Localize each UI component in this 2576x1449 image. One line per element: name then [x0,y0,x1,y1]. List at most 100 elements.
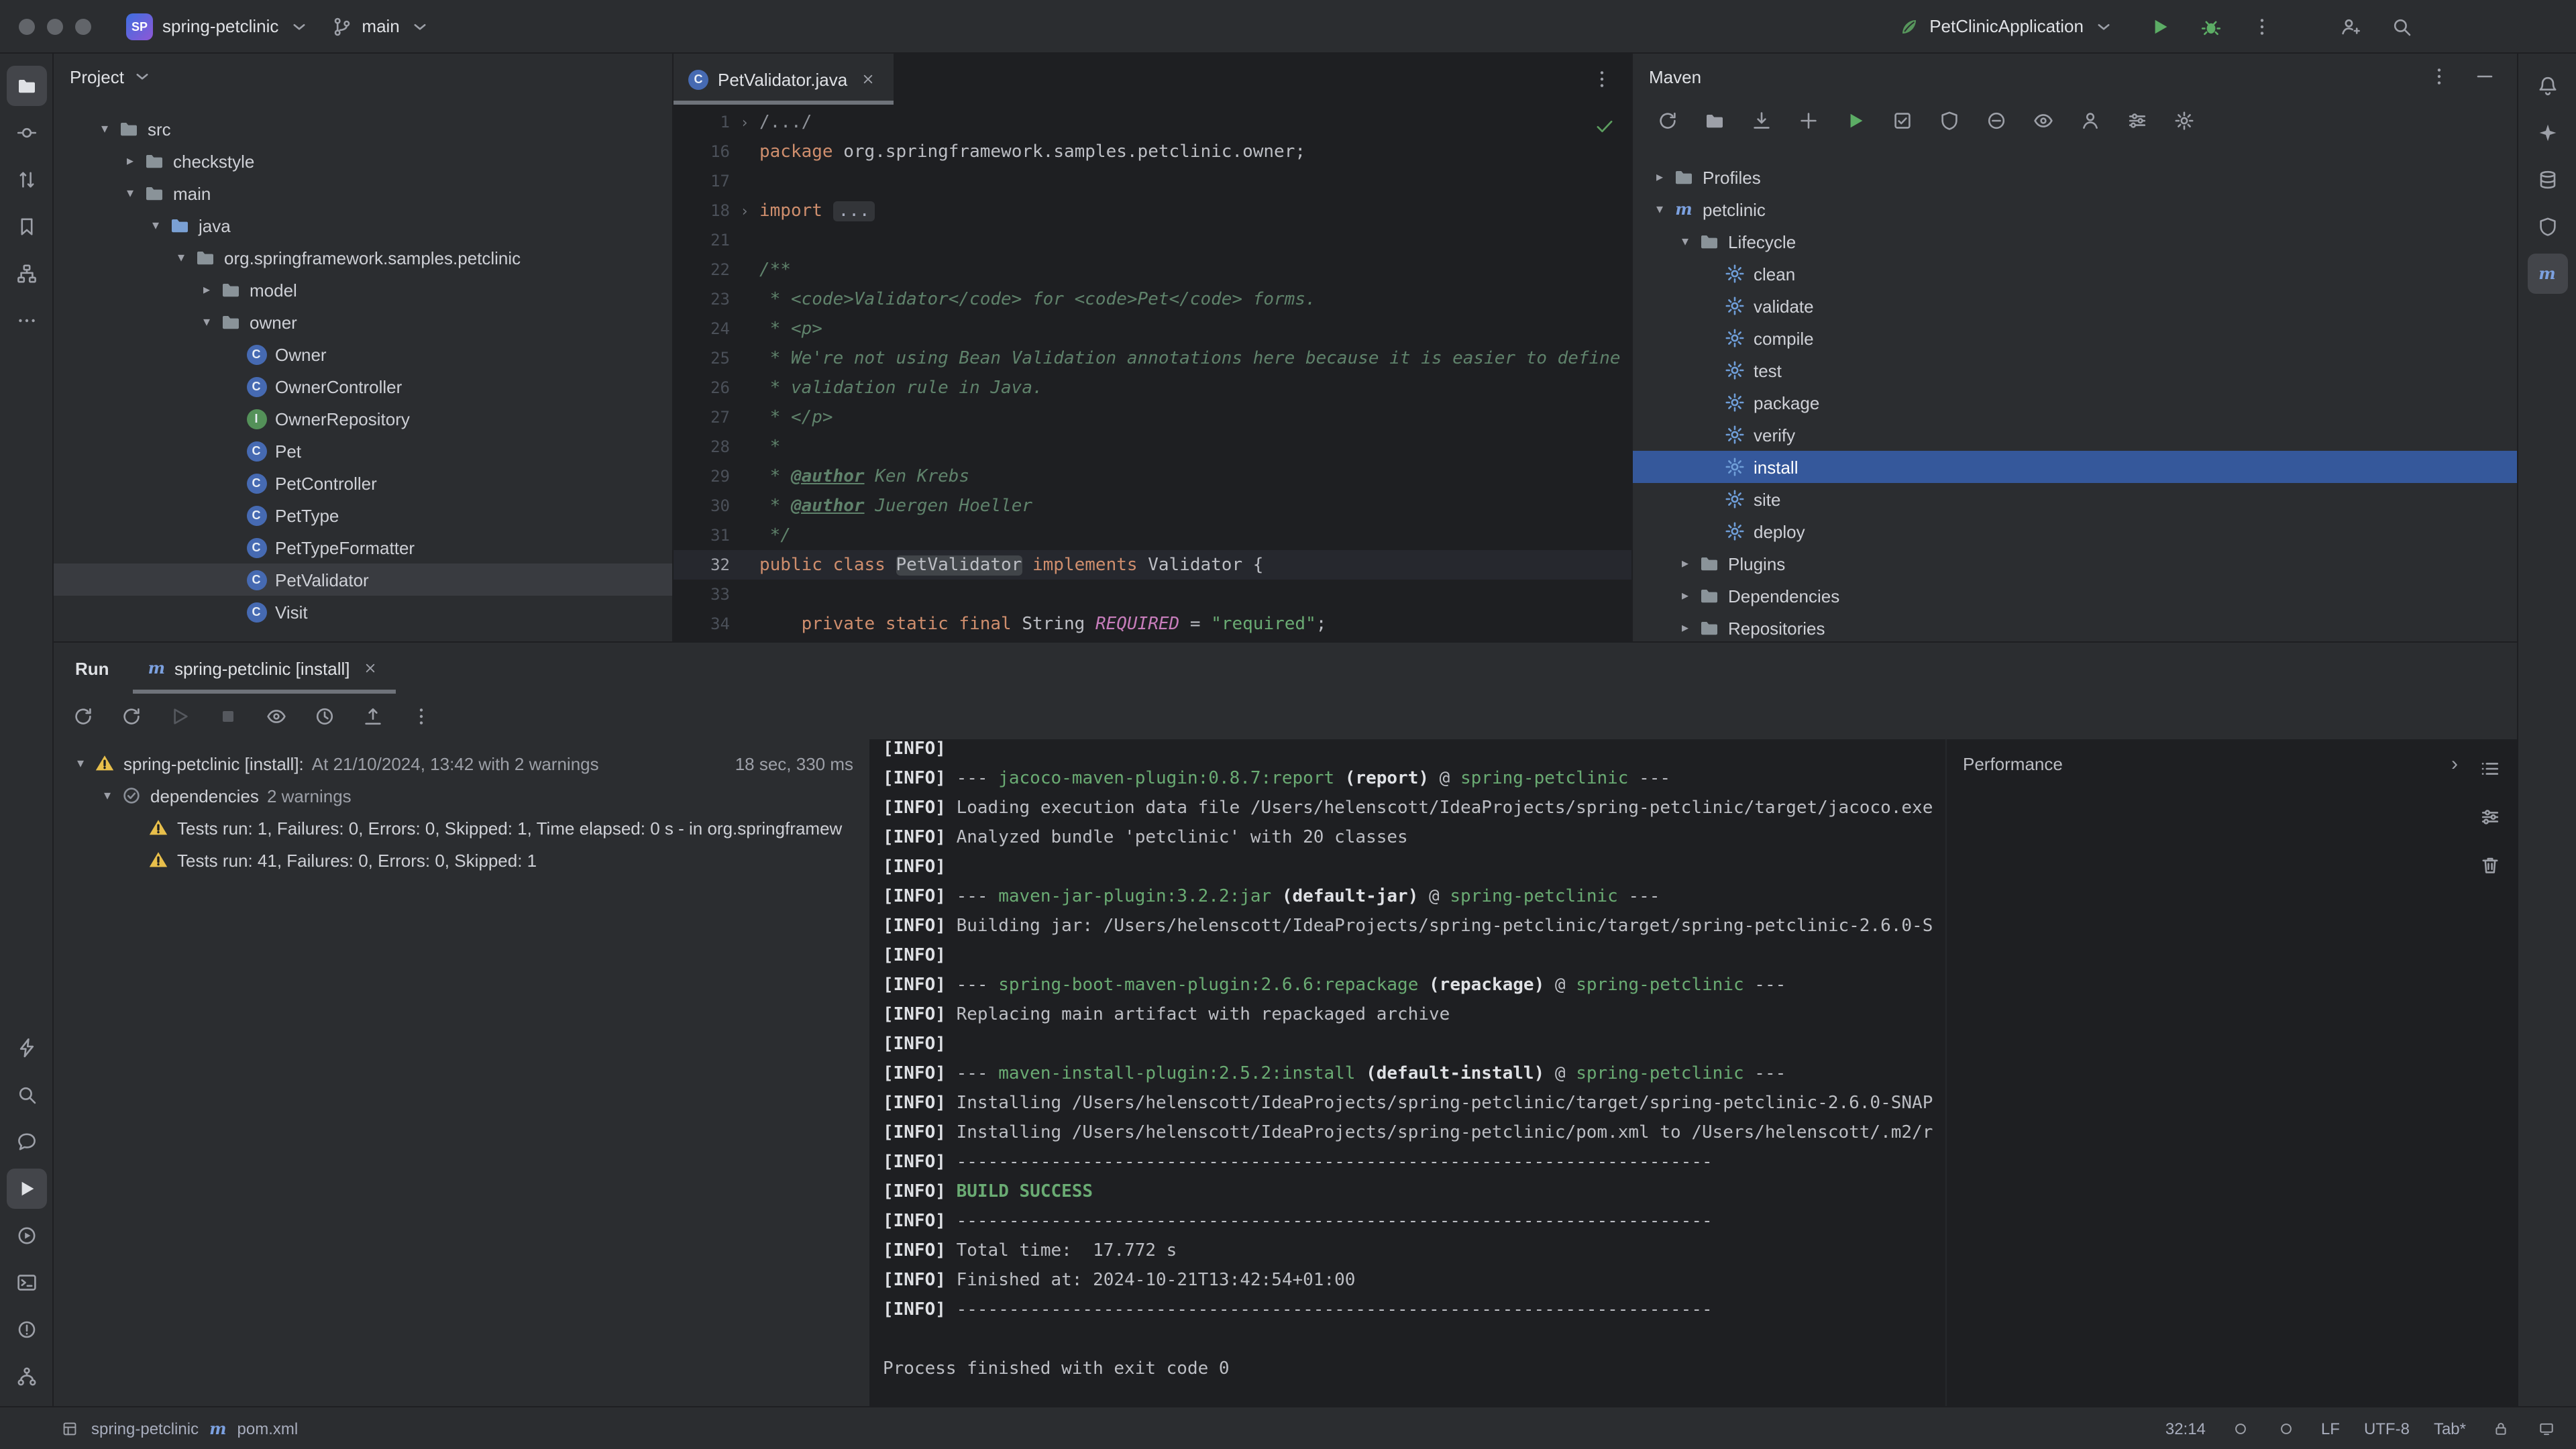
line-number[interactable]: 26 [674,378,730,397]
project-tree-item[interactable]: C Pet [54,435,672,467]
coverage-tool-button[interactable] [2527,207,2567,247]
performance-clear-icon[interactable] [2474,849,2506,881]
maven-tree-item[interactable]: deploy [1633,515,2517,547]
run-session-tab[interactable]: m spring-petclinic [install] [133,643,396,694]
ai-assistant-tool-button[interactable] [2527,113,2567,153]
project-panel-header[interactable]: Project [54,54,672,99]
maven-tool-button[interactable]: m [2527,254,2567,294]
line-number[interactable]: 33 [674,585,730,604]
maven-tree-item[interactable]: ▸ Repositories [1633,612,2517,641]
problems-tool-button[interactable] [6,1309,46,1350]
maven-options-icon[interactable] [2423,60,2455,93]
project-tree-item[interactable]: ▾ main [54,177,672,209]
line-number[interactable]: 21 [674,231,730,250]
maven-tree-item[interactable]: site [1633,483,2517,515]
maven-tree-item[interactable]: compile [1633,322,2517,354]
line-number[interactable]: 30 [674,496,730,515]
project-tree-item[interactable]: ▾ src [54,113,672,145]
run-button-icon[interactable] [2144,10,2176,42]
project-tree-item[interactable]: C PetValidator [54,564,672,596]
ai-chat-tool-button[interactable] [6,1122,46,1162]
code-with-me-icon[interactable] [2334,10,2367,42]
line-number[interactable]: 28 [674,437,730,456]
project-tree-item[interactable]: I OwnerRepository [54,402,672,435]
window-zoom-button[interactable] [75,18,91,34]
quick-launch-tool-button[interactable] [6,1028,46,1068]
chevron-closed-icon[interactable]: ▸ [1674,621,1696,635]
test-tree-item[interactable]: Tests run: 1, Failures: 0, Errors: 0, Sk… [54,812,869,844]
toggle-offline-mode-icon[interactable] [1933,105,1966,137]
run-maven-goal-icon[interactable] [1839,105,1872,137]
project-tree-item[interactable]: C Visit [54,596,672,628]
window-controls[interactable] [19,18,91,34]
caret-position-widget[interactable]: 32:14 [2165,1419,2206,1438]
line-number[interactable]: 22 [674,260,730,279]
maven-tree-item[interactable]: clean [1633,258,2517,290]
generate-sources-icon[interactable] [1699,105,1731,137]
version-control-tool-button[interactable] [6,1356,46,1397]
download-sources-icon[interactable] [1746,105,1778,137]
structure-tool-button[interactable] [6,254,46,294]
more-actions-icon[interactable] [2246,10,2278,42]
chevron-open-icon[interactable]: ▾ [196,315,217,329]
line-number[interactable]: 18 [674,201,730,220]
project-tree-item[interactable]: C OwnerController [54,370,672,402]
project-tree-item[interactable]: C PetType [54,499,672,531]
services-tool-button[interactable] [6,1216,46,1256]
run-tool-button[interactable] [6,1169,46,1209]
project-tree-item[interactable]: C Owner [54,338,672,370]
line-number[interactable]: 25 [674,349,730,368]
performance-header[interactable]: Performance › [1947,739,2517,775]
maven-tree-item[interactable]: ▾ Lifecycle [1633,225,2517,258]
reload-all-maven-projects-icon[interactable] [1652,105,1684,137]
performance-settings-icon[interactable] [2474,801,2506,833]
chevron-closed-icon[interactable]: ▸ [196,282,217,297]
line-number[interactable]: 16 [674,142,730,161]
project-tree-item[interactable]: C PetController [54,467,672,499]
maven-tree-item[interactable]: validate [1633,290,2517,322]
rerun-icon[interactable] [67,700,99,733]
pull-requests-tool-button[interactable] [6,160,46,200]
stop-icon[interactable] [212,700,244,733]
maven-tree-item[interactable]: verify [1633,419,2517,451]
close-icon[interactable] [860,72,875,87]
execute-maven-goal-icon[interactable] [1886,105,1919,137]
maven-tree-item[interactable]: ▸ Dependencies [1633,580,2517,612]
statusbar-breadcrumb[interactable]: spring-petclinic m pom.xml [59,1417,298,1439]
chevron-closed-icon[interactable]: ▸ [1649,170,1670,184]
line-number[interactable]: 31 [674,526,730,545]
find-tool-button[interactable] [6,1075,46,1115]
notifications-tool-button[interactable] [2527,66,2567,106]
export-test-results-icon[interactable] [357,700,389,733]
database-tool-button[interactable] [2527,160,2567,200]
maven-tree-item[interactable]: ▸ Profiles [1633,161,2517,193]
test-tree-item[interactable]: Tests run: 41, Failures: 0, Errors: 0, S… [54,844,869,876]
chevron-open-icon[interactable]: ▾ [1674,234,1696,249]
test-tree-item[interactable]: ▾ dependencies 2 warnings [54,780,869,812]
project-tree-item[interactable]: C PetTypeFormatter [54,531,672,564]
project-tree-item[interactable]: ▸ model [54,274,672,306]
chevron-closed-icon[interactable]: ▸ [1674,556,1696,571]
fold-marker-icon[interactable]: › [730,113,759,131]
line-number[interactable]: 32 [674,555,730,574]
chevron-closed-icon[interactable]: ▸ [1674,588,1696,603]
test-history-icon[interactable] [309,700,341,733]
skip-tests-mode-icon[interactable] [1980,105,2012,137]
add-maven-project-icon[interactable] [1792,105,1825,137]
line-number[interactable]: 34 [674,614,730,633]
editor-options-icon[interactable] [1586,63,1631,95]
bookmarks-tool-button[interactable] [6,207,46,247]
readonly-lock-icon[interactable] [2493,1420,2509,1436]
maven-tree-item[interactable]: ▾ m petclinic [1633,193,2517,225]
performance-list-icon[interactable] [2474,753,2506,785]
line-number[interactable]: 17 [674,172,730,191]
status-indicator-icon[interactable] [2233,1420,2249,1436]
encoding-widget[interactable]: UTF-8 [2364,1419,2410,1438]
maven-tree-item[interactable]: install [1633,451,2517,483]
rerun-failed-tests-icon[interactable] [115,700,148,733]
maven-profiles-icon[interactable] [2074,105,2106,137]
status-indicator-icon[interactable] [2278,1420,2294,1436]
chevron-right-icon[interactable]: › [2451,753,2458,775]
chevron-open-icon[interactable]: ▾ [170,250,192,265]
line-number[interactable]: 24 [674,319,730,338]
